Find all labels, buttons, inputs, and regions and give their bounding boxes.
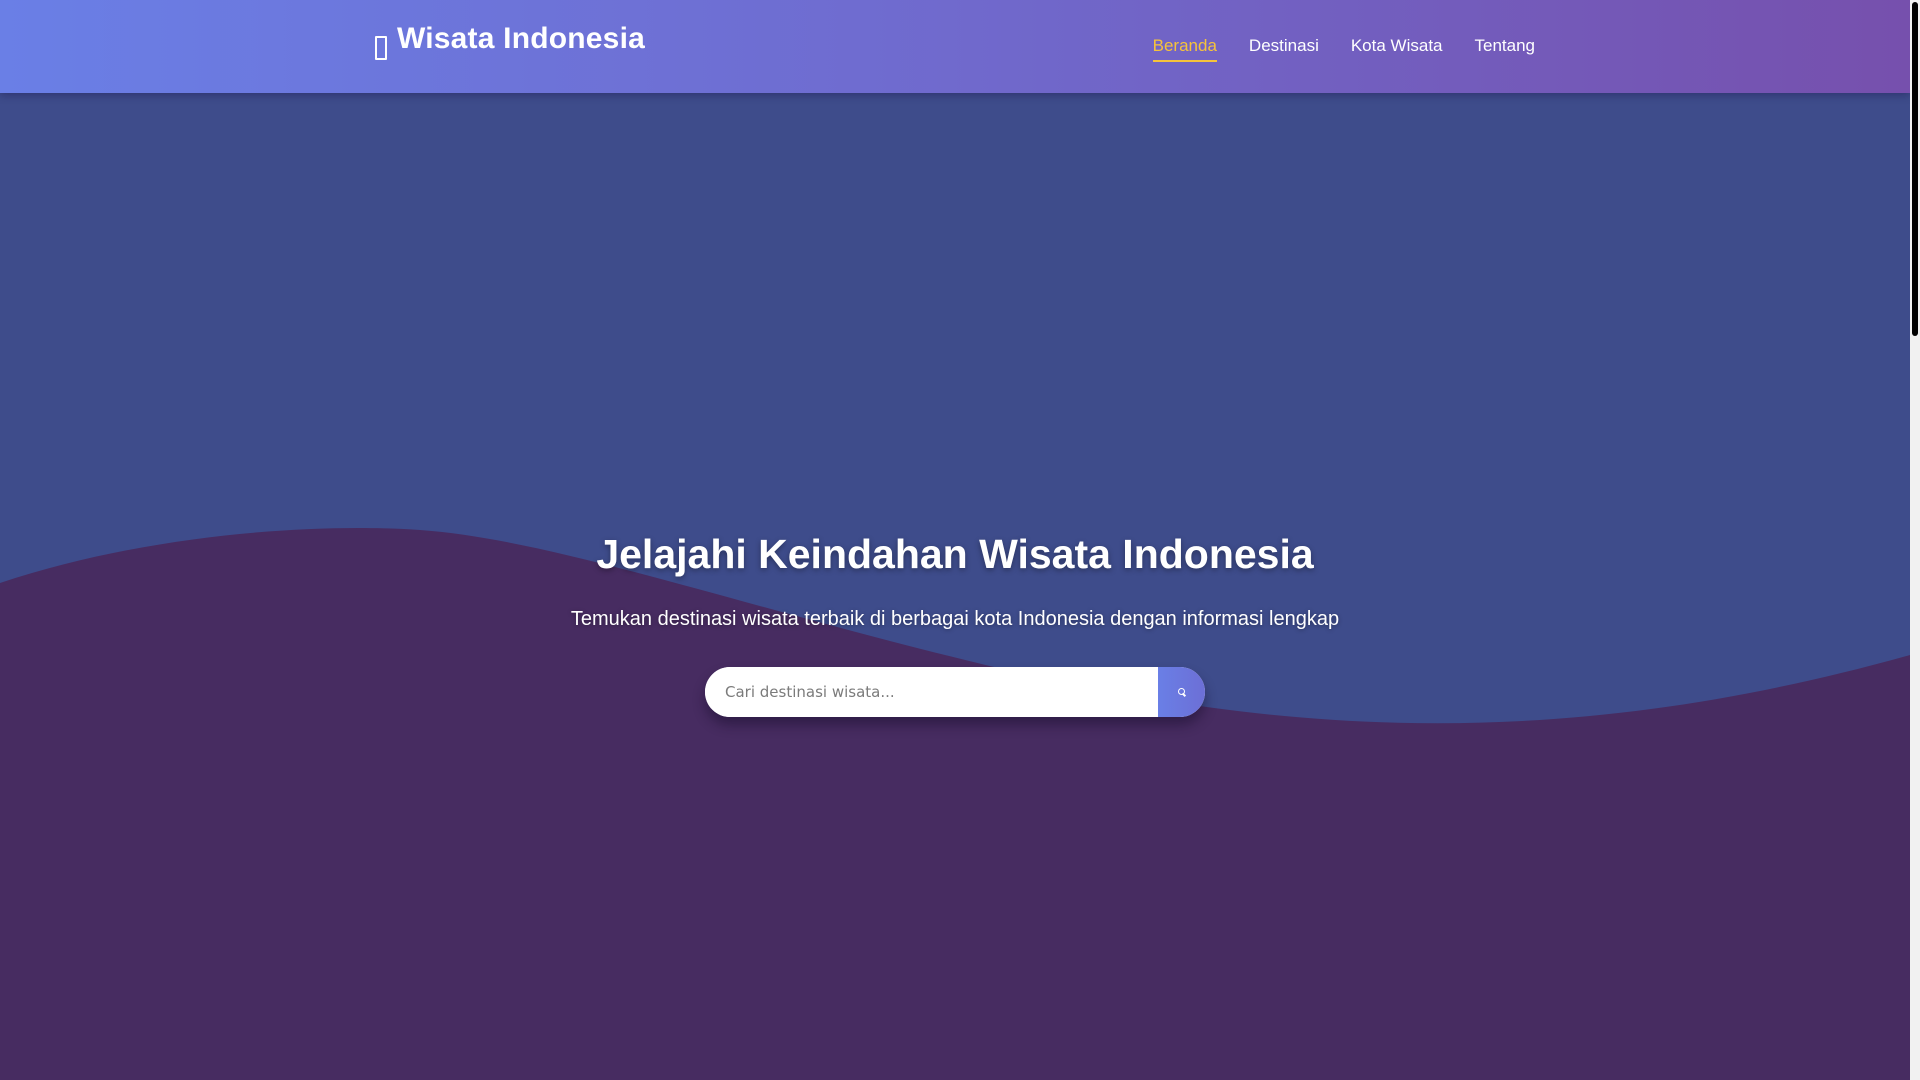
hero-wave-background: [0, 93, 1910, 1080]
hero-title: Jelajahi Keindahan Wisata Indonesia: [596, 531, 1314, 577]
nav-link-beranda[interactable]: Beranda: [1152, 36, 1217, 62]
map-icon: [375, 36, 387, 60]
brand-title: Wisata Indonesia: [397, 22, 645, 55]
nav-link-destinasi[interactable]: Destinasi: [1249, 36, 1319, 62]
scrollbar-thumb[interactable]: [1912, 2, 1918, 336]
search-input[interactable]: [705, 667, 1158, 717]
hero-subtitle: Temukan destinasi wisata terbaik di berb…: [570, 608, 1340, 630]
search-icon: [1178, 687, 1185, 697]
vertical-scrollbar[interactable]: [1910, 0, 1920, 1080]
page-viewport: Wisata Indonesia Beranda Destinasi Kota …: [0, 0, 1910, 1080]
brand-logo[interactable]: Wisata Indonesia: [375, 22, 645, 60]
nav-link-tentang[interactable]: Tentang: [1475, 36, 1536, 62]
search-bar: [705, 667, 1205, 717]
nav-link-kota-wisata[interactable]: Kota Wisata: [1351, 36, 1443, 62]
hero-section: Jelajahi Keindahan Wisata Indonesia Temu…: [0, 93, 1910, 1080]
navbar: Wisata Indonesia Beranda Destinasi Kota …: [0, 0, 1910, 93]
main-nav: Beranda Destinasi Kota Wisata Tentang: [1152, 36, 1536, 62]
